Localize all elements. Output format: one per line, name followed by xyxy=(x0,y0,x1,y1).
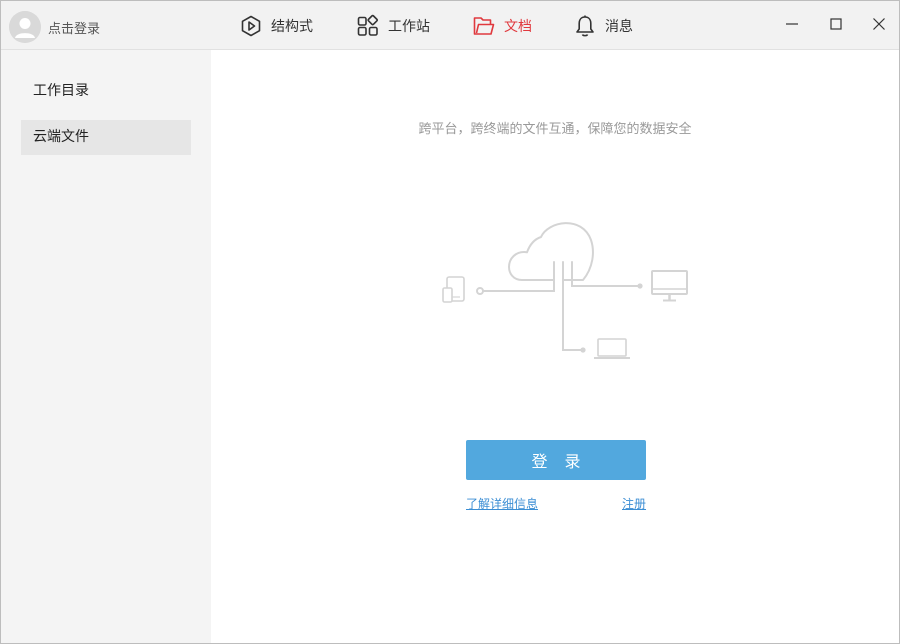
maximize-button[interactable] xyxy=(825,13,847,35)
laptop-icon xyxy=(594,338,630,359)
nav-workstation-label: 工作站 xyxy=(388,19,430,35)
title-bar: 点击登录 结构式 工作站 文档 消息 xyxy=(1,1,899,50)
grid-icon xyxy=(357,14,378,36)
desktop-monitor-icon xyxy=(651,270,688,302)
maximize-icon xyxy=(830,18,842,30)
minimize-icon xyxy=(786,23,798,25)
hexagon-icon xyxy=(241,15,261,37)
nav-messages-label: 消息 xyxy=(605,19,633,35)
mobile-devices-icon xyxy=(442,276,465,303)
folder-icon xyxy=(473,17,495,35)
app-window: 点击登录 结构式 工作站 文档 消息 工作目录 云端文件 跨平台，跨终端的文件互… xyxy=(0,0,900,644)
register-link[interactable]: 注册 xyxy=(622,495,646,512)
sidebar-item-label: 云端文件 xyxy=(33,129,89,145)
login-area[interactable]: 点击登录 xyxy=(9,11,100,43)
bell-icon xyxy=(576,15,594,37)
nav-documents-label: 文档 xyxy=(504,19,532,35)
cloud-icon xyxy=(508,222,594,281)
sidebar-item-label: 工作目录 xyxy=(33,83,89,99)
connector-lines xyxy=(482,261,639,351)
cloud-sync-illustration xyxy=(442,222,688,359)
learn-more-link[interactable]: 了解详细信息 xyxy=(466,495,538,512)
nav-messages[interactable]: 消息 xyxy=(573,14,633,38)
tagline: 跨平台，跨终端的文件互通，保障您的数据安全 xyxy=(418,122,692,137)
sidebar-item-cloud-files[interactable]: 云端文件 xyxy=(21,120,191,155)
main-content: 跨平台，跨终端的文件互通，保障您的数据安全 登 录 了解详细信息 注册 xyxy=(211,50,899,643)
nav-workstation[interactable]: 工作站 xyxy=(356,14,430,38)
login-prompt: 点击登录 xyxy=(48,21,101,37)
nav-structure-label: 结构式 xyxy=(271,19,313,35)
sidebar: 工作目录 云端文件 xyxy=(1,50,211,643)
minimize-button[interactable] xyxy=(781,13,803,35)
close-button[interactable] xyxy=(868,13,890,35)
nav-structure[interactable]: 结构式 xyxy=(239,14,313,38)
close-icon xyxy=(873,18,885,30)
sidebar-item-work-directory[interactable]: 工作目录 xyxy=(21,74,191,109)
nav-documents[interactable]: 文档 xyxy=(472,14,532,38)
login-button[interactable]: 登 录 xyxy=(466,440,646,480)
avatar-icon xyxy=(9,11,41,43)
